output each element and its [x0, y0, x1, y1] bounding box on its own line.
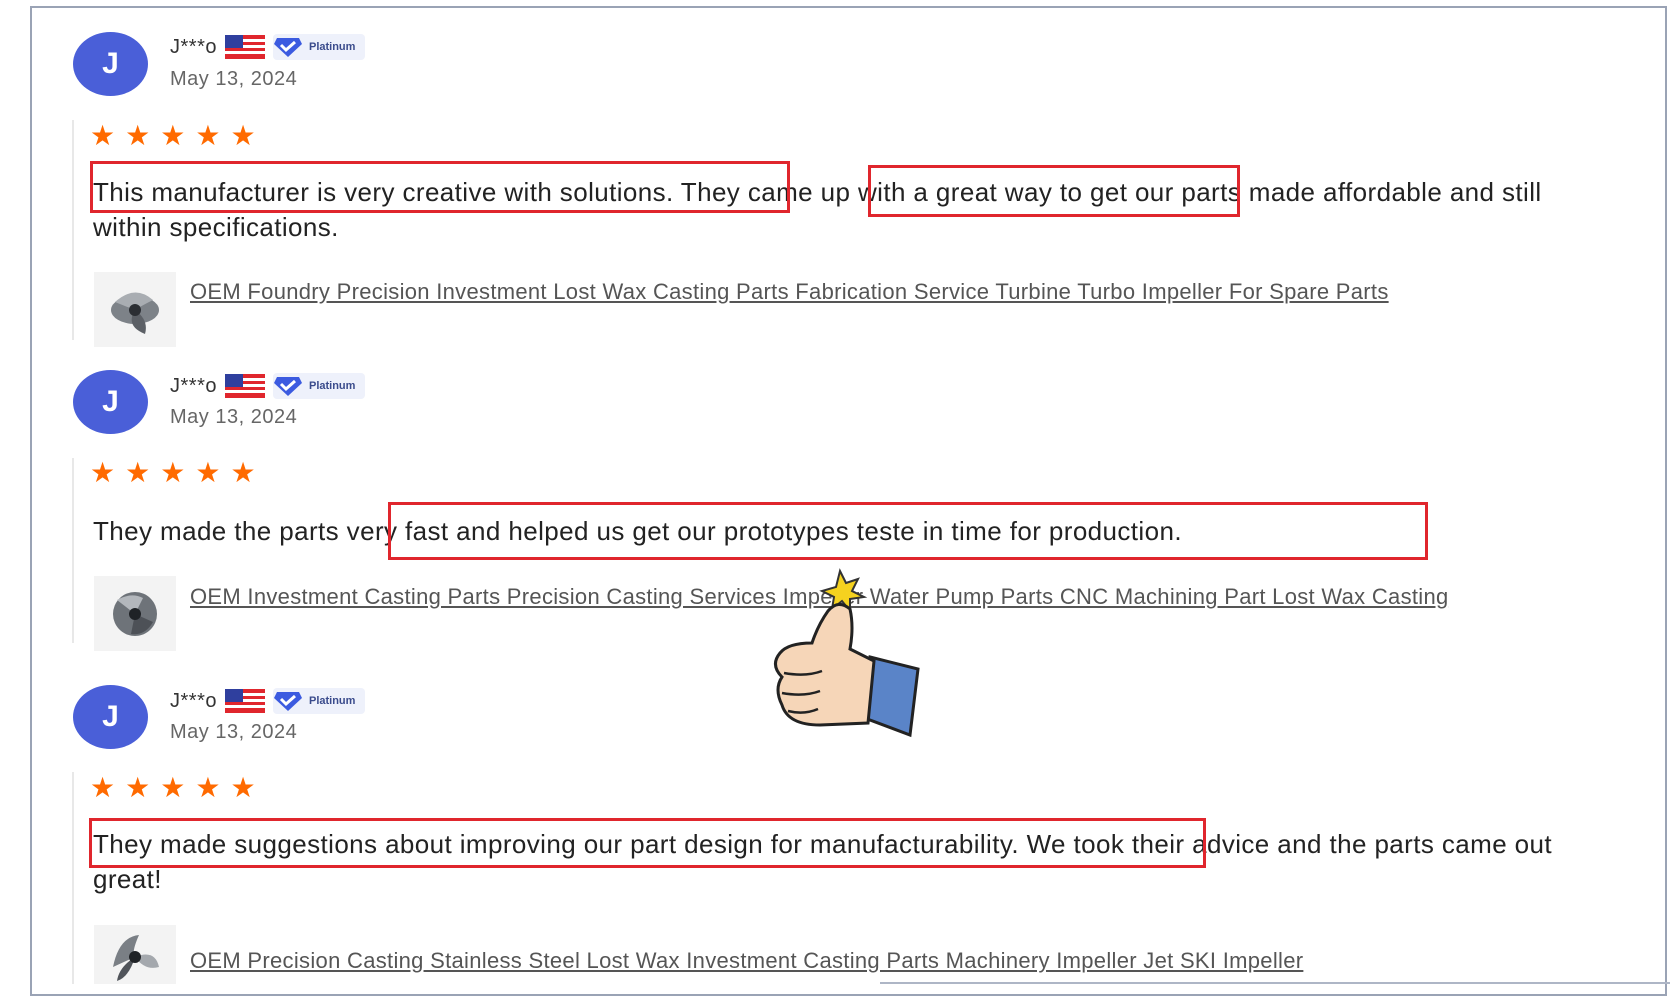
star-icon: ★ — [195, 120, 221, 151]
reviewer-info: J***o Platinum — [170, 373, 366, 399]
star-icon: ★ — [160, 120, 186, 151]
verified-diamond-icon — [273, 692, 302, 711]
star-rating: ★ ★ ★ ★ ★ — [90, 459, 256, 487]
impeller-thumbnail — [111, 291, 159, 334]
avatar: J — [73, 685, 148, 749]
star-rating: ★ ★ ★ ★ ★ — [90, 122, 256, 150]
platinum-badge: Platinum — [272, 34, 366, 60]
impeller-thumbnail — [113, 934, 159, 981]
star-icon: ★ — [125, 457, 151, 488]
review-date: May 13, 2024 — [170, 721, 298, 743]
star-rating: ★ ★ ★ ★ ★ — [90, 774, 256, 802]
product-thumbnail[interactable] — [94, 576, 176, 651]
highlight-box — [868, 165, 1240, 217]
divider — [72, 458, 74, 643]
platinum-badge: Platinum — [272, 688, 366, 714]
review-date: May 13, 2024 — [170, 68, 298, 90]
verified-diamond-icon — [273, 377, 302, 396]
star-icon: ★ — [195, 772, 221, 803]
reviewer-info: J***o Platinum — [170, 34, 366, 60]
avatar: J — [73, 370, 148, 434]
platinum-badge: Platinum — [272, 373, 366, 399]
product-link[interactable]: OEM Foundry Precision Investment Lost Wa… — [190, 277, 1570, 306]
product-link[interactable]: OEM Precision Casting Stainless Steel Lo… — [190, 946, 1570, 975]
star-icon: ★ — [195, 457, 221, 488]
star-icon: ★ — [125, 772, 151, 803]
star-icon: ★ — [90, 457, 116, 488]
us-flag-icon — [224, 374, 265, 398]
star-icon: ★ — [230, 772, 256, 803]
us-flag-icon — [224, 689, 265, 713]
star-icon: ★ — [160, 457, 186, 488]
review-date: May 13, 2024 — [170, 406, 298, 428]
highlight-box — [89, 818, 1206, 868]
star-icon: ★ — [90, 120, 116, 151]
impeller-thumbnail — [113, 591, 157, 636]
divider — [72, 120, 74, 340]
star-icon: ★ — [160, 772, 186, 803]
divider — [72, 772, 74, 984]
star-icon: ★ — [90, 772, 116, 803]
verified-diamond-icon — [273, 38, 302, 57]
product-thumbnail[interactable] — [94, 925, 176, 984]
highlight-box — [90, 161, 790, 213]
product-thumbnail[interactable] — [94, 272, 176, 347]
reviewer-info: J***o Platinum — [170, 688, 366, 714]
highlight-box — [388, 502, 1428, 560]
star-icon: ★ — [230, 457, 256, 488]
star-icon: ★ — [125, 120, 151, 151]
reviewer-name: J***o — [170, 35, 217, 58]
avatar: J — [73, 32, 148, 96]
star-icon: ★ — [230, 120, 256, 151]
us-flag-icon — [224, 35, 265, 59]
reviewer-name: J***o — [170, 689, 217, 712]
thumbs-up-icon — [774, 568, 920, 738]
reviewer-name: J***o — [170, 374, 217, 397]
